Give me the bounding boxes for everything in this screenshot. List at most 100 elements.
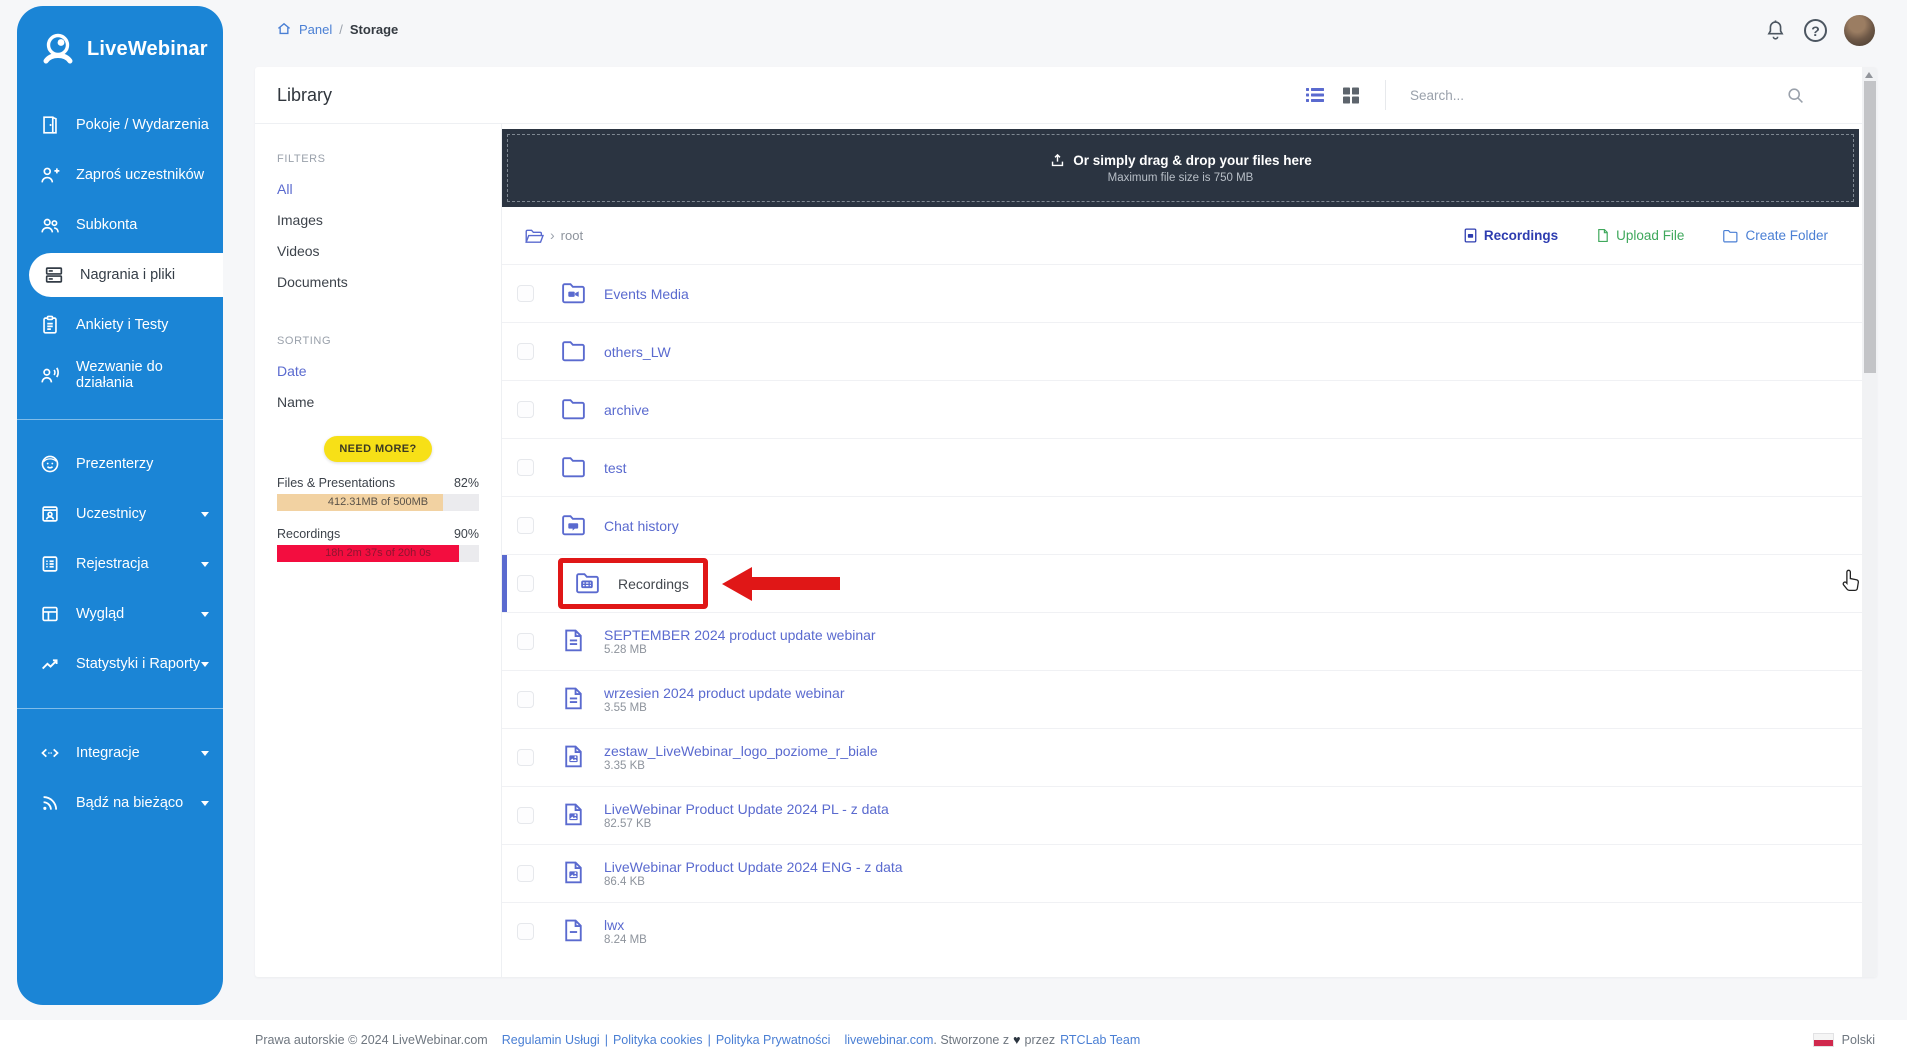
upload-file-button[interactable]: Upload File	[1596, 227, 1684, 244]
footer-team-link[interactable]: RTCLab Team	[1060, 1033, 1140, 1047]
row-checkbox[interactable]	[517, 517, 534, 534]
file-name[interactable]: LiveWebinar Product Update 2024 ENG - z …	[604, 859, 903, 875]
table-row[interactable]: Events Media	[502, 264, 1862, 322]
table-row[interactable]: archive	[502, 380, 1862, 438]
file-name[interactable]: wrzesien 2024 product update webinar	[604, 685, 845, 701]
row-checkbox[interactable]	[517, 807, 534, 824]
scrollbar-thumb[interactable]	[1864, 81, 1876, 373]
table-row[interactable]: others_LW	[502, 322, 1862, 380]
footer-link-cookies[interactable]: Polityka cookies	[613, 1033, 703, 1047]
file-name[interactable]: lwx	[604, 917, 647, 933]
row-checkbox[interactable]	[517, 923, 534, 940]
sidebar-item-prezenterzy[interactable]: Prezenterzy	[17, 439, 223, 489]
folder-name[interactable]: Events Media	[604, 286, 689, 302]
sidebar-item-badz[interactable]: Bądź na bieżąco	[17, 778, 223, 828]
folder-icon	[560, 338, 587, 365]
row-checkbox[interactable]	[517, 691, 534, 708]
header-divider	[1385, 80, 1386, 110]
file-name[interactable]: SEPTEMBER 2024 product update webinar	[604, 627, 876, 643]
sidebar-item-ankiety[interactable]: Ankiety i Testy	[17, 300, 223, 350]
help-icon[interactable]: ?	[1804, 19, 1827, 42]
filter-all[interactable]: All	[277, 181, 479, 197]
call-to-action-icon	[39, 364, 61, 386]
list-view-icon[interactable]	[1305, 85, 1325, 105]
row-checkbox[interactable]	[517, 343, 534, 360]
invite-icon	[39, 164, 61, 186]
folder-name[interactable]: others_LW	[604, 344, 671, 360]
scroll-up-arrow-icon[interactable]	[1865, 72, 1873, 78]
table-row-recordings[interactable]: Recordings	[502, 554, 1862, 612]
sidebar-item-integracje[interactable]: Integracje	[17, 728, 223, 778]
notifications-bell-icon[interactable]	[1764, 18, 1787, 43]
sidebar-divider	[17, 419, 223, 420]
file-name[interactable]: LiveWebinar Product Update 2024 PL - z d…	[604, 801, 889, 817]
table-row[interactable]: wrzesien 2024 product update webinar 3.5…	[502, 670, 1862, 728]
breadcrumb-panel-link[interactable]: Panel	[299, 22, 332, 37]
presenter-face-icon	[39, 453, 61, 475]
sidebar-item-subkonta[interactable]: Subkonta	[17, 200, 223, 250]
folder-name[interactable]: test	[604, 460, 627, 476]
open-folder-icon[interactable]	[524, 227, 544, 245]
sidebar-item-nagrania[interactable]: Nagrania i pliki	[29, 253, 223, 297]
footer-site-link[interactable]: livewebinar.com	[844, 1033, 933, 1047]
chevron-down-icon	[201, 801, 209, 806]
search-input[interactable]	[1410, 88, 1770, 103]
need-more-button[interactable]: NEED MORE?	[324, 436, 431, 462]
document-file-icon	[560, 686, 587, 713]
folder-name[interactable]: Chat history	[604, 518, 679, 534]
sidebar-item-pokoje[interactable]: Pokoje / Wydarzenia	[17, 100, 223, 150]
grid-view-icon[interactable]	[1341, 85, 1361, 105]
sidebar-item-rejestracja[interactable]: Rejestracja	[17, 539, 223, 589]
chevron-down-icon	[201, 612, 209, 617]
table-row[interactable]: zestaw_LiveWebinar_logo_poziome_r_biale …	[502, 728, 1862, 786]
sidebar-item-wyglad[interactable]: Wygląd	[17, 589, 223, 639]
sidebar-item-uczestnicy[interactable]: Uczestnicy	[17, 489, 223, 539]
sidebar-item-statystyki[interactable]: Statystyki i Raporty	[17, 639, 223, 689]
footer-link-terms[interactable]: Regulamin Usługi	[502, 1033, 600, 1047]
avatar[interactable]	[1844, 15, 1875, 46]
filter-images[interactable]: Images	[277, 212, 479, 228]
files-drawer-icon	[43, 264, 65, 286]
search-icon[interactable]	[1786, 86, 1805, 105]
quota-recordings-usage: 18h 2m 37s of 20h 0s	[277, 545, 479, 562]
row-checkbox[interactable]	[517, 285, 534, 302]
filter-videos[interactable]: Videos	[277, 243, 479, 259]
folder-icon	[560, 454, 587, 481]
table-row[interactable]: lwx 8.24 MB	[502, 902, 1862, 960]
home-icon[interactable]	[276, 21, 292, 37]
table-row[interactable]: Chat history	[502, 496, 1862, 554]
sidebar-item-wezwanie[interactable]: Wezwanie do działania	[17, 350, 223, 400]
path-root[interactable]: root	[561, 228, 583, 243]
sidebar-item-zapros[interactable]: Zaproś uczestników	[17, 150, 223, 200]
file-area: Or simply drag & drop your files here Ma…	[502, 124, 1862, 977]
table-row[interactable]: SEPTEMBER 2024 product update webinar 5.…	[502, 612, 1862, 670]
row-checkbox[interactable]	[517, 749, 534, 766]
logo[interactable]: LiveWebinar	[17, 6, 223, 66]
language-selector[interactable]: Polski	[1813, 1033, 1875, 1047]
row-checkbox[interactable]	[517, 459, 534, 476]
filter-documents[interactable]: Documents	[277, 274, 479, 290]
footer-link-privacy[interactable]: Polityka Prywatności	[716, 1033, 831, 1047]
table-row[interactable]: LiveWebinar Product Update 2024 PL - z d…	[502, 786, 1862, 844]
row-checkbox[interactable]	[517, 575, 534, 592]
file-size: 82.57 KB	[604, 818, 889, 830]
poland-flag-icon	[1813, 1033, 1834, 1047]
table-row[interactable]: LiveWebinar Product Update 2024 ENG - z …	[502, 844, 1862, 902]
sort-name[interactable]: Name	[277, 394, 479, 410]
file-name[interactable]: zestaw_LiveWebinar_logo_poziome_r_biale	[604, 743, 878, 759]
file-size: 5.28 MB	[604, 644, 876, 656]
row-checkbox[interactable]	[517, 865, 534, 882]
quota-recordings-bar: 18h 2m 37s of 20h 0s	[277, 545, 479, 562]
create-folder-button[interactable]: Create Folder	[1722, 228, 1828, 243]
table-row[interactable]: test	[502, 438, 1862, 496]
recordings-toolbar-link[interactable]: Recordings	[1463, 227, 1558, 244]
sort-date[interactable]: Date	[277, 363, 479, 379]
scrollbar[interactable]	[1862, 67, 1877, 977]
folder-name[interactable]: Recordings	[618, 576, 689, 592]
row-checkbox[interactable]	[517, 401, 534, 418]
chevron-down-icon	[201, 751, 209, 756]
file-dropzone[interactable]: Or simply drag & drop your files here Ma…	[502, 129, 1859, 207]
folder-name[interactable]: archive	[604, 402, 649, 418]
dropzone-subtitle: Maximum file size is 750 MB	[1108, 172, 1254, 184]
row-checkbox[interactable]	[517, 633, 534, 650]
